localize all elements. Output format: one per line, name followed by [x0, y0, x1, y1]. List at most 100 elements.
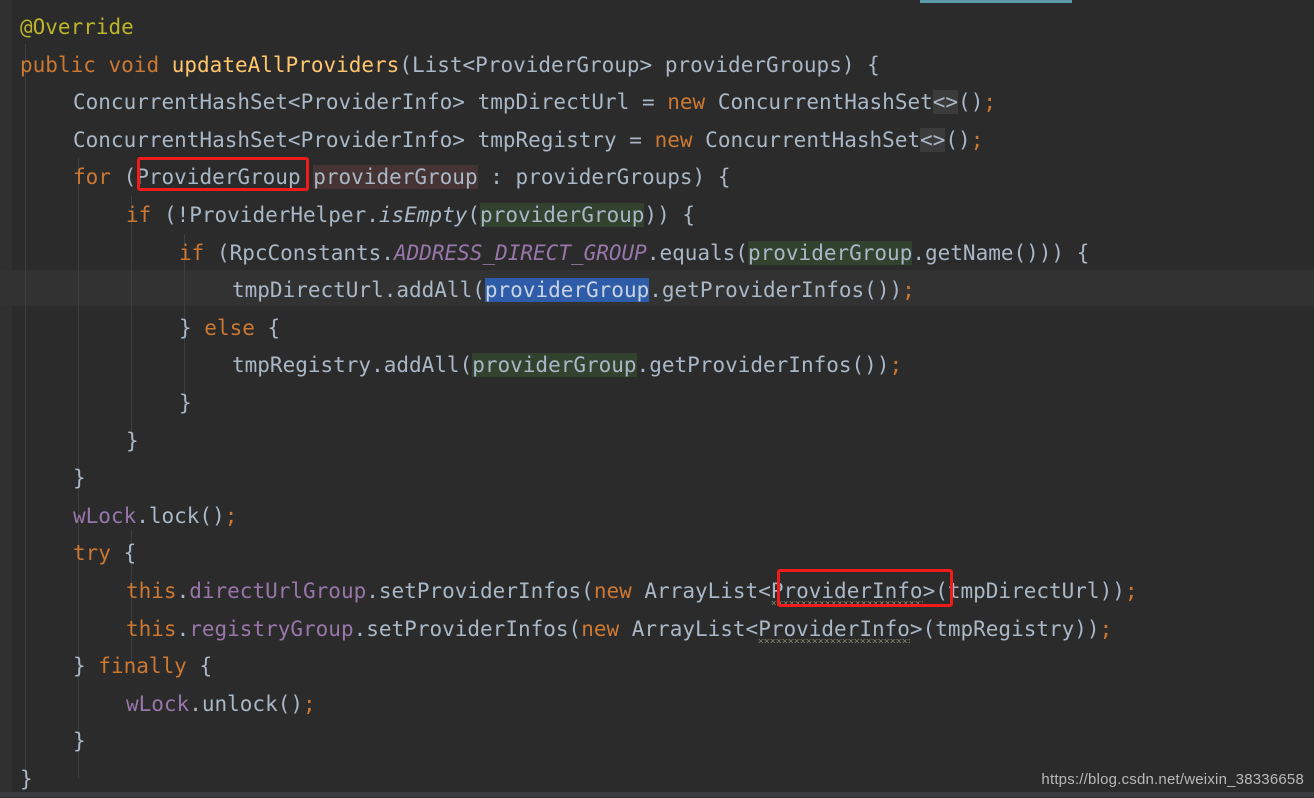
code-token: directUrlGroup — [189, 579, 367, 603]
code-token: wLock — [73, 503, 137, 528]
code-text-surface[interactable]: @Override public void updateAllProviders(… — [0, 0, 1314, 797]
code-token: finally — [98, 654, 187, 679]
code-line[interactable]: if (!ProviderHelper.isEmpty(providerGrou… — [126, 196, 695, 234]
code-token: registryGroup — [189, 616, 354, 641]
editor-bottom-strip — [0, 792, 1314, 797]
code-token: { — [110, 541, 137, 566]
code-token: new — [593, 579, 632, 603]
code-token: .unlock() — [189, 691, 304, 716]
code-token: )) { — [644, 203, 695, 227]
code-token: } — [20, 767, 33, 791]
code-token: ; — [983, 90, 996, 115]
code-token: new — [581, 616, 620, 641]
code-token: ; — [1124, 579, 1138, 603]
code-line[interactable]: } — [73, 459, 86, 497]
code-token: ; — [902, 278, 915, 303]
code-token: ; — [1099, 616, 1113, 641]
code-token: } — [179, 315, 205, 340]
code-token-highlighted: providerGroup — [747, 240, 913, 265]
code-token: this — [126, 579, 177, 603]
code-token: (RpcConstants. — [204, 240, 394, 265]
code-token: .equals( — [646, 240, 748, 265]
code-token: : providerGroups) { — [477, 165, 731, 190]
code-token: } — [73, 466, 86, 491]
code-token: >(tmpDirectUrl)) — [922, 579, 1125, 603]
code-line[interactable]: wLock.unlock(); — [126, 685, 316, 723]
code-token: ConcurrentHashSet<ProviderInfo> tmpRegis… — [73, 127, 655, 152]
code-token: . — [176, 579, 190, 603]
code-token: try — [73, 541, 111, 566]
code-token: this — [126, 616, 177, 641]
code-line[interactable]: wLock.lock(); — [73, 497, 237, 535]
code-token-highlighted: providerGroup — [480, 203, 645, 227]
code-token: tmpRegistry.addAll( — [232, 353, 473, 378]
code-token: public — [20, 52, 96, 77]
code-token: >(tmpRegistry)) — [909, 616, 1100, 641]
code-token: updateAllProviders — [171, 52, 400, 77]
code-token: .setProviderInfos( — [353, 616, 582, 641]
code-line[interactable]: } — [126, 422, 139, 460]
code-line[interactable]: try { — [73, 534, 136, 572]
code-token: } — [126, 428, 139, 453]
code-line[interactable]: } — [179, 384, 192, 422]
code-token: .getProviderInfos()) — [649, 278, 903, 303]
code-line[interactable]: this.directUrlGroup.setProviderInfos(new… — [126, 572, 1138, 610]
code-line[interactable]: for (ProviderGroup providerGroup : provi… — [73, 158, 730, 196]
code-token: new — [654, 127, 693, 152]
code-token: ConcurrentHashSet — [692, 127, 921, 152]
code-token: .getName())) { — [912, 240, 1090, 265]
code-line[interactable]: public void updateAllProviders(List<Prov… — [20, 46, 880, 84]
code-token: (List<ProviderGroup> providerGroups) { — [399, 52, 880, 77]
code-token: (ProviderGroup — [110, 165, 314, 190]
code-token: ; — [224, 503, 238, 528]
code-token-highlighted: <> — [932, 90, 959, 115]
code-token: new — [667, 90, 706, 115]
code-token: .lock() — [136, 503, 225, 528]
code-line[interactable]: } — [73, 722, 86, 760]
code-editor[interactable]: @Override public void updateAllProviders(… — [0, 0, 1314, 797]
code-token-highlighted: providerGroup — [472, 353, 637, 378]
code-token: ConcurrentHashSet<ProviderInfo> tmpDirec… — [73, 90, 668, 115]
code-token: ProviderInfo — [758, 616, 910, 641]
code-line[interactable]: ConcurrentHashSet<ProviderInfo> tmpRegis… — [73, 121, 983, 159]
code-line[interactable]: tmpRegistry.addAll(providerGroup.getProv… — [232, 346, 902, 384]
code-token: ; — [970, 127, 984, 152]
code-token: for — [73, 165, 111, 190]
code-token: isEmpty — [378, 203, 468, 227]
code-token: void — [108, 52, 160, 77]
code-token: ConcurrentHashSet — [705, 90, 933, 115]
code-line[interactable]: ConcurrentHashSet<ProviderInfo> tmpDirec… — [73, 83, 996, 121]
code-token: () — [958, 90, 984, 115]
watermark-url: https://blog.csdn.net/weixin_38336658 — [1041, 771, 1304, 788]
code-token: ArrayList< — [631, 579, 771, 603]
code-token: ProviderInfo — [770, 579, 923, 603]
code-token: } — [179, 391, 192, 415]
code-token: { — [186, 654, 213, 679]
code-token: @Override — [20, 15, 134, 39]
code-token: () — [945, 127, 971, 152]
code-token: ADDRESS_DIRECT_GROUP — [393, 240, 647, 265]
code-token: . — [176, 616, 190, 641]
code-token: } — [73, 729, 86, 754]
code-token: tmpDirectUrl.addAll( — [232, 278, 485, 303]
code-token: wLock — [126, 691, 190, 716]
code-token-highlighted: providerGroup — [313, 165, 478, 190]
code-token: ( — [467, 203, 481, 227]
code-token: ; — [303, 691, 316, 716]
code-line[interactable]: @Override — [20, 8, 134, 46]
code-token: .getProviderInfos()) — [636, 353, 890, 378]
code-token: ; — [889, 353, 903, 378]
code-token-highlighted: providerGroup — [484, 278, 650, 303]
code-line[interactable]: if (RpcConstants.ADDRESS_DIRECT_GROUP.eq… — [179, 234, 1089, 272]
code-line[interactable]: } else { — [179, 309, 280, 347]
code-line[interactable]: } finally { — [73, 647, 212, 685]
code-line[interactable]: this.registryGroup.setProviderInfos(new … — [126, 610, 1112, 648]
code-token: (!ProviderHelper. — [151, 203, 379, 227]
code-token: .setProviderInfos( — [366, 579, 594, 603]
code-line[interactable]: tmpDirectUrl.addAll(providerGroup.getPro… — [232, 271, 915, 309]
code-token: else — [204, 315, 255, 340]
code-token: if — [179, 240, 205, 265]
code-token: { — [254, 315, 281, 340]
